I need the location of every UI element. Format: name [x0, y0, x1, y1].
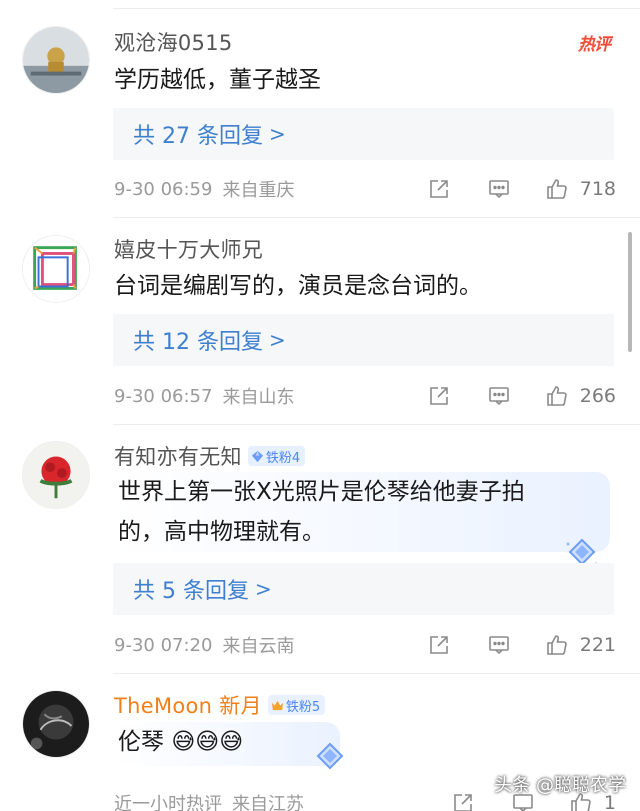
like-button[interactable]: 718 — [542, 174, 616, 204]
divider — [113, 673, 640, 674]
comment-text: 学历越低，董子越圣 — [114, 67, 321, 93]
username[interactable]: TheMoon 新月 — [114, 690, 262, 720]
fan-level-label: 铁粉5 — [285, 699, 321, 715]
comment-meta: 9-30 06:59 来自重庆 718 — [114, 172, 616, 206]
comment-location: 来自重庆 — [222, 180, 295, 201]
view-replies-button[interactable]: 共 27 条回复 > — [113, 108, 614, 160]
replies-count-label: 共 12 条回复 — [133, 330, 263, 355]
comment-text: 世界上第一张X光照片是伦琴给他妻子拍 的，高中物理就有。 — [114, 472, 610, 552]
comment-text: 台词是编剧写的，演员是念台词的。 — [114, 273, 482, 299]
avatar[interactable] — [22, 235, 90, 303]
chevron-right-icon: > — [268, 122, 286, 146]
comment-actions: 221 — [424, 630, 616, 660]
comment-text-label: 伦琴 — [118, 729, 164, 755]
thumbs-up-icon — [542, 630, 572, 660]
like-button[interactable]: 266 — [542, 381, 616, 411]
comment-reply-icon[interactable] — [484, 630, 514, 660]
comment-location: 来自江苏 — [232, 794, 304, 811]
scrollbar[interactable] — [628, 232, 632, 352]
view-replies-button[interactable]: 共 5 条回复 > — [113, 563, 614, 615]
comment-actions: 718 — [424, 174, 616, 204]
username-row: 嬉皮十万大师兄 — [114, 233, 263, 265]
hot-comment-tag: 热评 — [578, 35, 611, 55]
username[interactable]: 观沧海0515 — [114, 27, 233, 57]
like-count: 266 — [579, 385, 616, 407]
comment-meta: 9-30 07:20 来自云南 221 — [114, 628, 616, 662]
chevron-right-icon: > — [268, 328, 286, 352]
avatar[interactable] — [22, 441, 90, 509]
fan-level-badge: 铁粉4 — [247, 446, 306, 466]
comment-bubble: 世界上第一张X光照片是伦琴给他妻子拍 的，高中物理就有。 — [114, 472, 610, 566]
fan-level-badge: 铁粉5 — [267, 695, 326, 715]
crown-badge-icon — [271, 700, 283, 710]
divider — [113, 424, 640, 425]
avatar-image — [23, 442, 89, 508]
replies-count-label: 共 27 条回复 — [133, 124, 263, 149]
avatar-image — [23, 27, 89, 93]
thumbs-up-icon — [542, 174, 572, 204]
thumbs-up-icon — [542, 381, 572, 411]
comment-time: 9-30 06:59 — [114, 178, 213, 200]
avatar-image — [23, 691, 89, 757]
comment-text: 伦琴 😅😅😅 — [114, 722, 340, 762]
avatar[interactable] — [22, 690, 90, 758]
username-row: 观沧海0515 — [114, 26, 233, 58]
view-replies-button[interactable]: 共 12 条回复 > — [113, 314, 614, 366]
share-icon[interactable] — [424, 630, 454, 660]
username[interactable]: 有知亦有无知 — [114, 441, 242, 471]
watermark-text: 头条 @聪聪农学 — [494, 775, 626, 796]
username[interactable]: 嬉皮十万大师兄 — [114, 234, 263, 264]
diamond-icon — [251, 450, 263, 462]
like-count: 221 — [579, 634, 616, 656]
comment-time: 9-30 06:57 — [114, 385, 213, 407]
like-count: 718 — [579, 178, 616, 200]
comment-text-line: 世界上第一张X光照片是伦琴给他妻子拍 — [118, 479, 525, 505]
comment-meta: 9-30 06:57 来自山东 266 — [114, 379, 616, 413]
comment-text-line: 的，高中物理就有。 — [118, 519, 325, 545]
divider — [113, 217, 640, 218]
comment-location: 来自山东 — [222, 387, 295, 408]
sweat-smile-emoji: 😅😅😅 — [171, 729, 244, 755]
share-icon[interactable] — [424, 381, 454, 411]
top-divider — [113, 8, 640, 9]
comment-actions: 266 — [424, 381, 616, 411]
comment-time: 近一小时热评 — [114, 794, 222, 811]
avatar[interactable] — [22, 26, 90, 94]
watermark: 头条 @聪聪农学 — [494, 771, 626, 797]
comment-reply-icon[interactable] — [484, 381, 514, 411]
comment-location: 来自云南 — [222, 636, 295, 657]
share-icon[interactable] — [448, 788, 478, 811]
comment-time: 9-30 07:20 — [114, 634, 213, 656]
like-button[interactable]: 221 — [542, 630, 616, 660]
chevron-right-icon: > — [254, 577, 272, 601]
username-row: 有知亦有无知 铁粉4 — [114, 440, 306, 472]
comment-bubble: 伦琴 😅😅😅 — [114, 722, 344, 770]
share-icon[interactable] — [424, 174, 454, 204]
comment-reply-icon[interactable] — [484, 174, 514, 204]
diamond-sparkle-icon — [316, 742, 344, 770]
username-row: TheMoon 新月 铁粉5 — [114, 689, 326, 721]
fan-level-label: 铁粉4 — [265, 450, 301, 466]
replies-count-label: 共 5 条回复 — [133, 579, 249, 604]
avatar-image — [23, 236, 89, 302]
